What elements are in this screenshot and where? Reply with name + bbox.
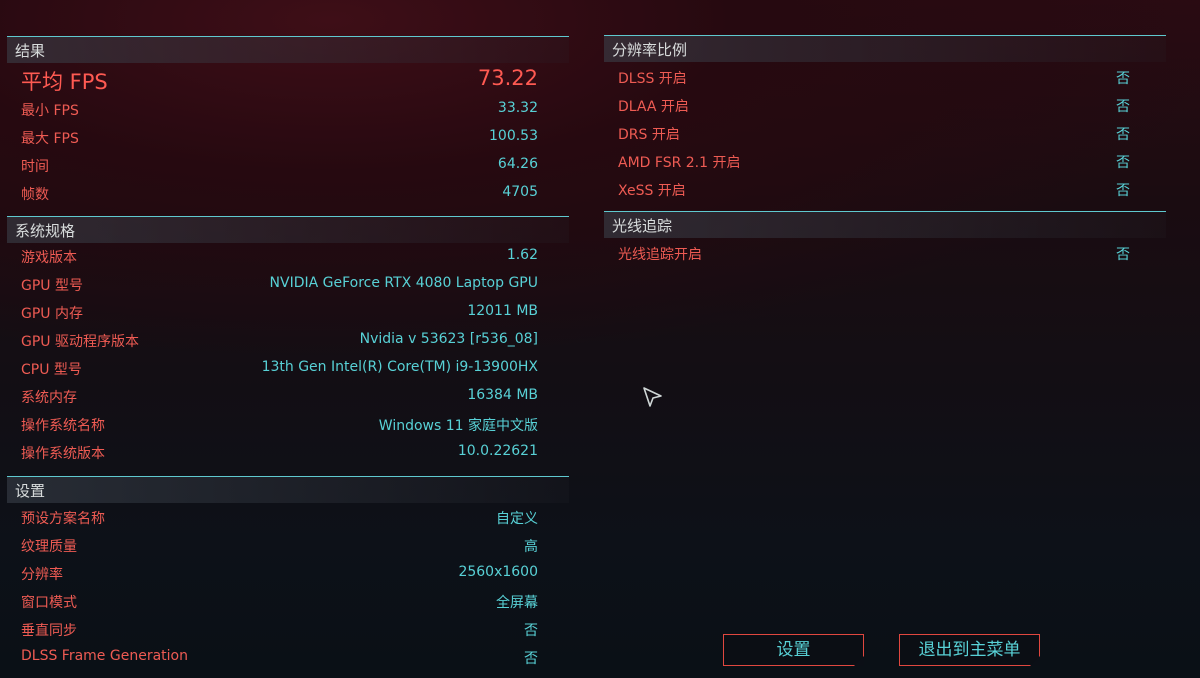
spec-row-label: 游戏版本	[21, 250, 77, 266]
settings-section-title: 设置	[15, 482, 46, 500]
spec-row-label: 操作系统版本	[21, 446, 105, 462]
ray-tracing-section-header: 光线追踪	[604, 211, 1166, 238]
results-row-value: 100.53	[489, 128, 538, 144]
setting-row-label: 纹理质量	[21, 539, 77, 555]
results-row-label: 最大 FPS	[21, 131, 79, 147]
setting-row-value: 否	[524, 623, 538, 639]
spec-row-cpu-model: CPU 型号 13th Gen Intel(R) Core(TM) i9-139…	[7, 355, 569, 383]
scaling-row-value: 否	[1116, 127, 1130, 143]
results-row-time: 时间 64.26	[7, 152, 569, 180]
setting-row-value: 高	[524, 539, 538, 555]
results-row-value: 64.26	[497, 156, 538, 172]
setting-row-value: 全屏幕	[496, 595, 538, 611]
avg-fps-value: 73.22	[477, 66, 538, 90]
scaling-row-label: AMD FSR 2.1 开启	[618, 155, 741, 171]
scaling-row-label: DRS 开启	[618, 127, 680, 143]
results-row-max-fps: 最大 FPS 100.53	[7, 124, 569, 152]
spec-row-label: 系统内存	[21, 390, 77, 406]
ray-tracing-row-value: 否	[1116, 247, 1130, 263]
setting-row-value: 否	[524, 651, 538, 667]
settings-button[interactable]: 设置	[723, 634, 864, 666]
results-section-header: 结果	[7, 36, 569, 63]
setting-row-window-mode: 窗口模式 全屏幕	[7, 588, 569, 616]
spec-row-gpu-model: GPU 型号 NVIDIA GeForce RTX 4080 Laptop GP…	[7, 271, 569, 299]
resolution-scaling-section-title: 分辨率比例	[612, 41, 688, 59]
spec-row-value: 12011 MB	[467, 303, 538, 319]
results-row-label: 帧数	[21, 187, 49, 203]
setting-row-value: 2560x1600	[458, 564, 538, 580]
resolution-scaling-section-header: 分辨率比例	[604, 35, 1166, 62]
scaling-row-value: 否	[1116, 99, 1130, 115]
setting-row-value: 自定义	[496, 511, 538, 527]
results-row-value: 4705	[502, 184, 538, 200]
scaling-row-drs: DRS 开启 否	[604, 120, 1166, 148]
scaling-row-xess: XeSS 开启 否	[604, 176, 1166, 204]
left-panel: 结果 平均 FPS 73.22 最小 FPS 33.32 最大 FPS 100.…	[7, 36, 569, 676]
spec-row-game-version: 游戏版本 1.62	[7, 243, 569, 271]
scaling-row-dlss: DLSS 开启 否	[604, 64, 1166, 92]
settings-section-header: 设置	[7, 476, 569, 503]
scaling-row-value: 否	[1116, 183, 1130, 199]
results-row-min-fps: 最小 FPS 33.32	[7, 96, 569, 124]
system-specs-section-title: 系统规格	[15, 222, 76, 240]
pointer-cursor-icon	[643, 387, 662, 407]
system-specs-section-header: 系统规格	[7, 216, 569, 243]
spec-row-value: Nvidia v 53623 [r536_08]	[359, 331, 538, 347]
ray-tracing-row-label: 光线追踪开启	[618, 247, 702, 263]
scaling-row-label: XeSS 开启	[618, 183, 686, 199]
spec-row-gpu-memory: GPU 内存 12011 MB	[7, 299, 569, 327]
results-row-label: 时间	[21, 159, 49, 175]
spec-row-label: GPU 内存	[21, 306, 83, 322]
spec-row-gpu-driver: GPU 驱动程序版本 Nvidia v 53623 [r536_08]	[7, 327, 569, 355]
spec-row-os-name: 操作系统名称 Windows 11 家庭中文版	[7, 411, 569, 439]
scaling-row-amd-fsr: AMD FSR 2.1 开启 否	[604, 148, 1166, 176]
spec-row-system-memory: 系统内存 16384 MB	[7, 383, 569, 411]
setting-row-label: DLSS Frame Generation	[21, 648, 188, 664]
spec-row-os-version: 操作系统版本 10.0.22621	[7, 439, 569, 467]
scaling-row-label: DLAA 开启	[618, 99, 689, 115]
spec-row-value: NVIDIA GeForce RTX 4080 Laptop GPU	[269, 275, 538, 291]
setting-row-texture-quality: 纹理质量 高	[7, 532, 569, 560]
spec-row-label: GPU 型号	[21, 278, 83, 294]
spec-row-value: Windows 11 家庭中文版	[378, 418, 538, 434]
avg-fps-row: 平均 FPS 73.22	[7, 66, 569, 94]
exit-to-main-menu-button[interactable]: 退出到主菜单	[899, 634, 1040, 666]
spec-row-value: 1.62	[506, 247, 538, 263]
setting-row-dlss-frame-generation: DLSS Frame Generation 否	[7, 644, 569, 672]
scaling-row-value: 否	[1116, 155, 1130, 171]
spec-row-value: 16384 MB	[467, 387, 538, 403]
spec-row-label: CPU 型号	[21, 362, 82, 378]
scaling-row-label: DLSS 开启	[618, 71, 687, 87]
scaling-row-dlaa: DLAA 开启 否	[604, 92, 1166, 120]
spec-row-value: 10.0.22621	[457, 443, 538, 459]
setting-row-label: 窗口模式	[21, 595, 77, 611]
ray-tracing-section-title: 光线追踪	[612, 217, 673, 235]
results-row-value: 33.32	[497, 100, 538, 116]
results-row-label: 最小 FPS	[21, 103, 79, 119]
setting-row-label: 预设方案名称	[21, 511, 105, 527]
setting-row-label: 垂直同步	[21, 623, 77, 639]
spec-row-value: 13th Gen Intel(R) Core(TM) i9-13900HX	[261, 359, 538, 375]
scaling-row-value: 否	[1116, 71, 1130, 87]
setting-row-label: 分辨率	[21, 567, 63, 583]
spec-row-label: 操作系统名称	[21, 418, 105, 434]
spec-row-label: GPU 驱动程序版本	[21, 334, 139, 350]
avg-fps-label: 平均 FPS	[21, 70, 108, 94]
setting-row-preset: 预设方案名称 自定义	[7, 504, 569, 532]
results-row-frames: 帧数 4705	[7, 180, 569, 208]
results-section-title: 结果	[15, 42, 46, 60]
ray-tracing-row-enabled: 光线追踪开启 否	[604, 240, 1166, 268]
right-panel: 分辨率比例 DLSS 开启 否 DLAA 开启 否 DRS 开启 否 AMD F…	[604, 35, 1166, 295]
setting-row-vsync: 垂直同步 否	[7, 616, 569, 644]
setting-row-resolution: 分辨率 2560x1600	[7, 560, 569, 588]
